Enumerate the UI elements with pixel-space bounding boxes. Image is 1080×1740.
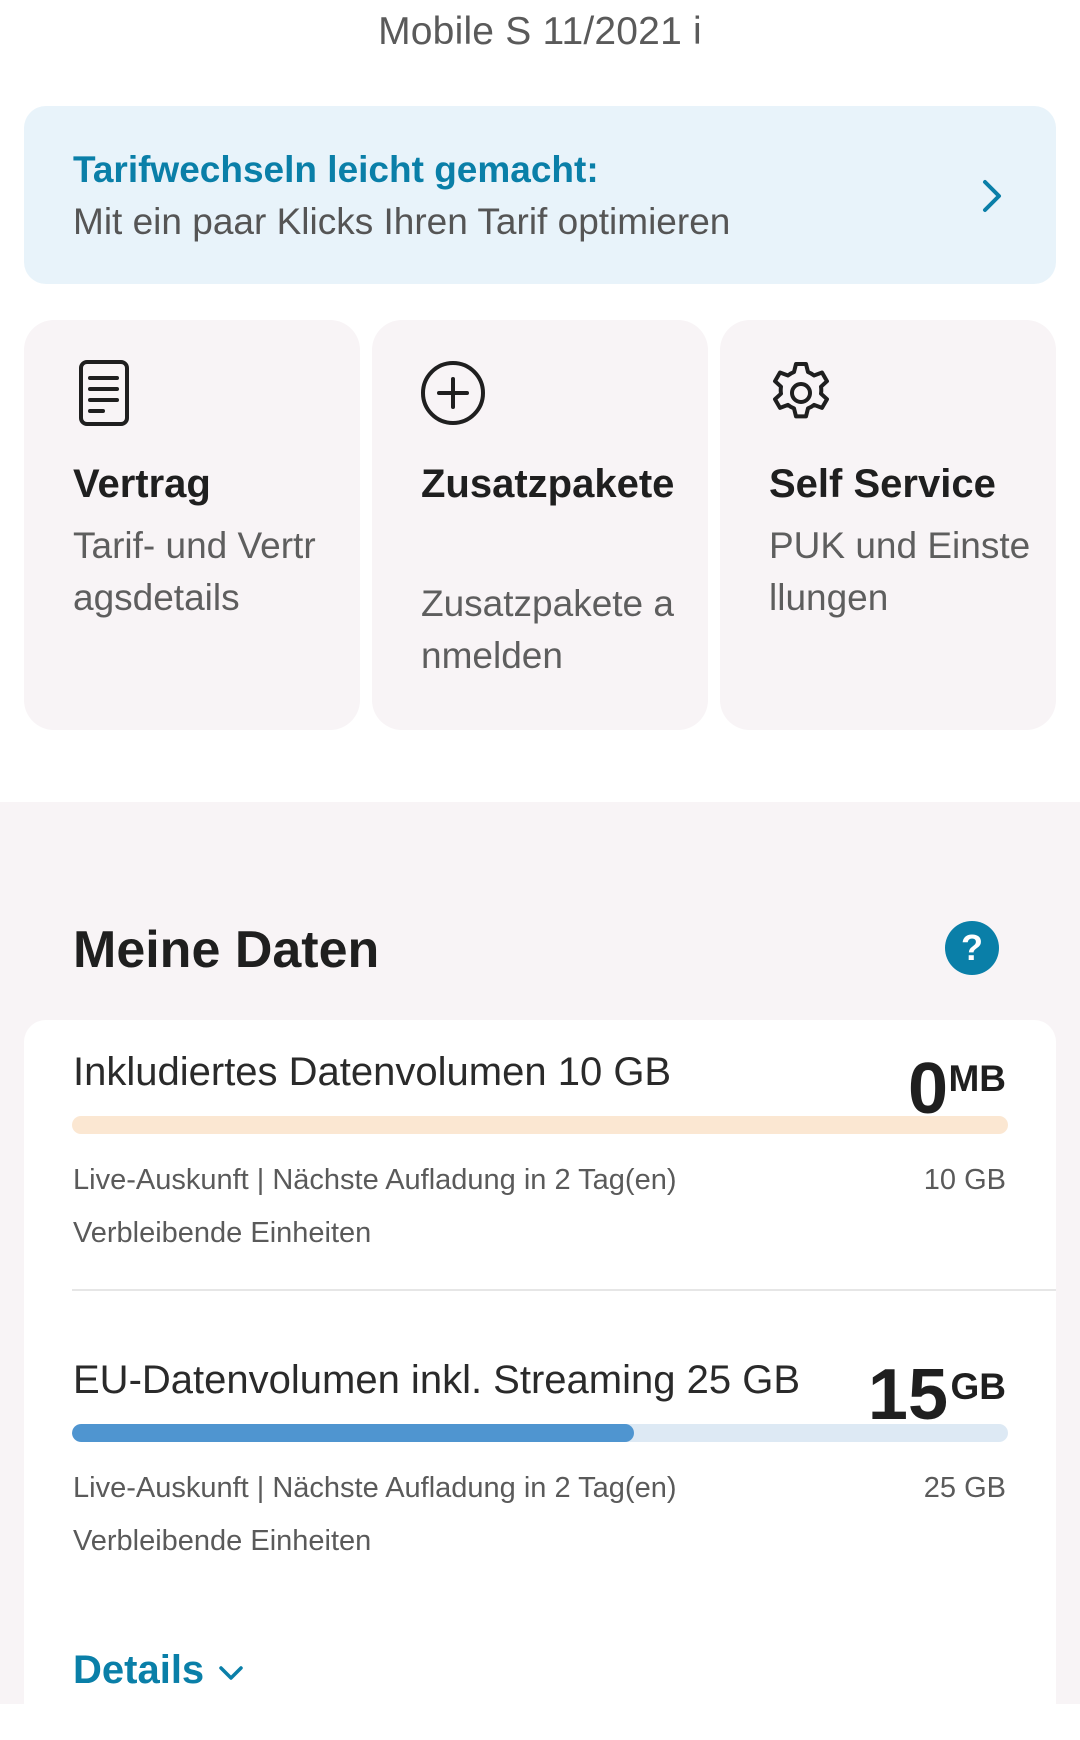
usage-progress-bar xyxy=(72,1424,1008,1442)
banner-title: Tarifwechseln leicht gemacht: xyxy=(73,149,599,190)
data-usage-card: Inkludiertes Datenvolumen 10 GB 0 MB Liv… xyxy=(24,1020,1056,1740)
banner-subtitle: Mit ein paar Klicks Ihren Tarif optimier… xyxy=(73,201,731,242)
help-icon[interactable]: ? xyxy=(944,920,1000,976)
usage-live-info: Live-Auskunft | Nächste Aufladung in 2 T… xyxy=(73,1164,677,1196)
tile-title: Vertrag xyxy=(73,462,211,506)
tile-self-service[interactable]: Self Service PUK und Einstellungen xyxy=(720,320,1056,730)
details-toggle[interactable]: Details xyxy=(73,1648,246,1693)
add-circle-icon xyxy=(421,361,485,425)
tile-contract[interactable]: Vertrag Tarif- und Vertragsdetails xyxy=(24,320,360,730)
section-title: Meine Daten xyxy=(73,921,380,979)
tile-subtitle: PUK und Einstellungen xyxy=(769,525,1031,618)
tile-title: Self Service xyxy=(769,462,996,506)
usage-total: 10 GB xyxy=(923,1164,1006,1196)
my-data-section: Meine Daten ? Inkludiertes Datenvolumen … xyxy=(0,802,1080,1740)
tile-title: Zusatzpakete xyxy=(421,462,675,506)
usage-total: 25 GB xyxy=(923,1472,1006,1504)
usage-remaining-label: Verbleibende Einheiten xyxy=(73,1217,372,1249)
divider xyxy=(72,1289,1056,1291)
tile-subtitle: Zusatzpakete anmelden xyxy=(421,583,674,676)
tariff-change-banner[interactable]: Tarifwechseln leicht gemacht: Mit ein pa… xyxy=(24,106,1056,284)
usage-name: Inkludiertes Datenvolumen 10 GB xyxy=(73,1050,672,1094)
usage-unit: MB xyxy=(948,1058,1006,1099)
usage-name: EU-Datenvolumen inkl. Streaming 25 GB xyxy=(73,1358,800,1402)
plan-title: Mobile S 11/2021 i xyxy=(378,10,702,53)
document-icon xyxy=(79,360,129,426)
chevron-down-icon xyxy=(219,1665,243,1680)
usage-progress-bar xyxy=(72,1116,1008,1134)
svg-text:?: ? xyxy=(961,927,983,968)
usage-progress-fill xyxy=(72,1424,634,1442)
gear-icon xyxy=(773,362,829,419)
tile-subtitle: Tarif- und Vertragsdetails xyxy=(73,525,316,618)
usage-remaining-label: Verbleibende Einheiten xyxy=(73,1525,372,1557)
details-label: Details xyxy=(73,1648,205,1692)
chevron-right-icon xyxy=(983,180,1001,212)
usage-live-info: Live-Auskunft | Nächste Aufladung in 2 T… xyxy=(73,1472,677,1504)
tile-add-ons[interactable]: Zusatzpakete Zusatzpakete anmelden xyxy=(372,320,708,730)
usage-unit: GB xyxy=(950,1366,1007,1407)
